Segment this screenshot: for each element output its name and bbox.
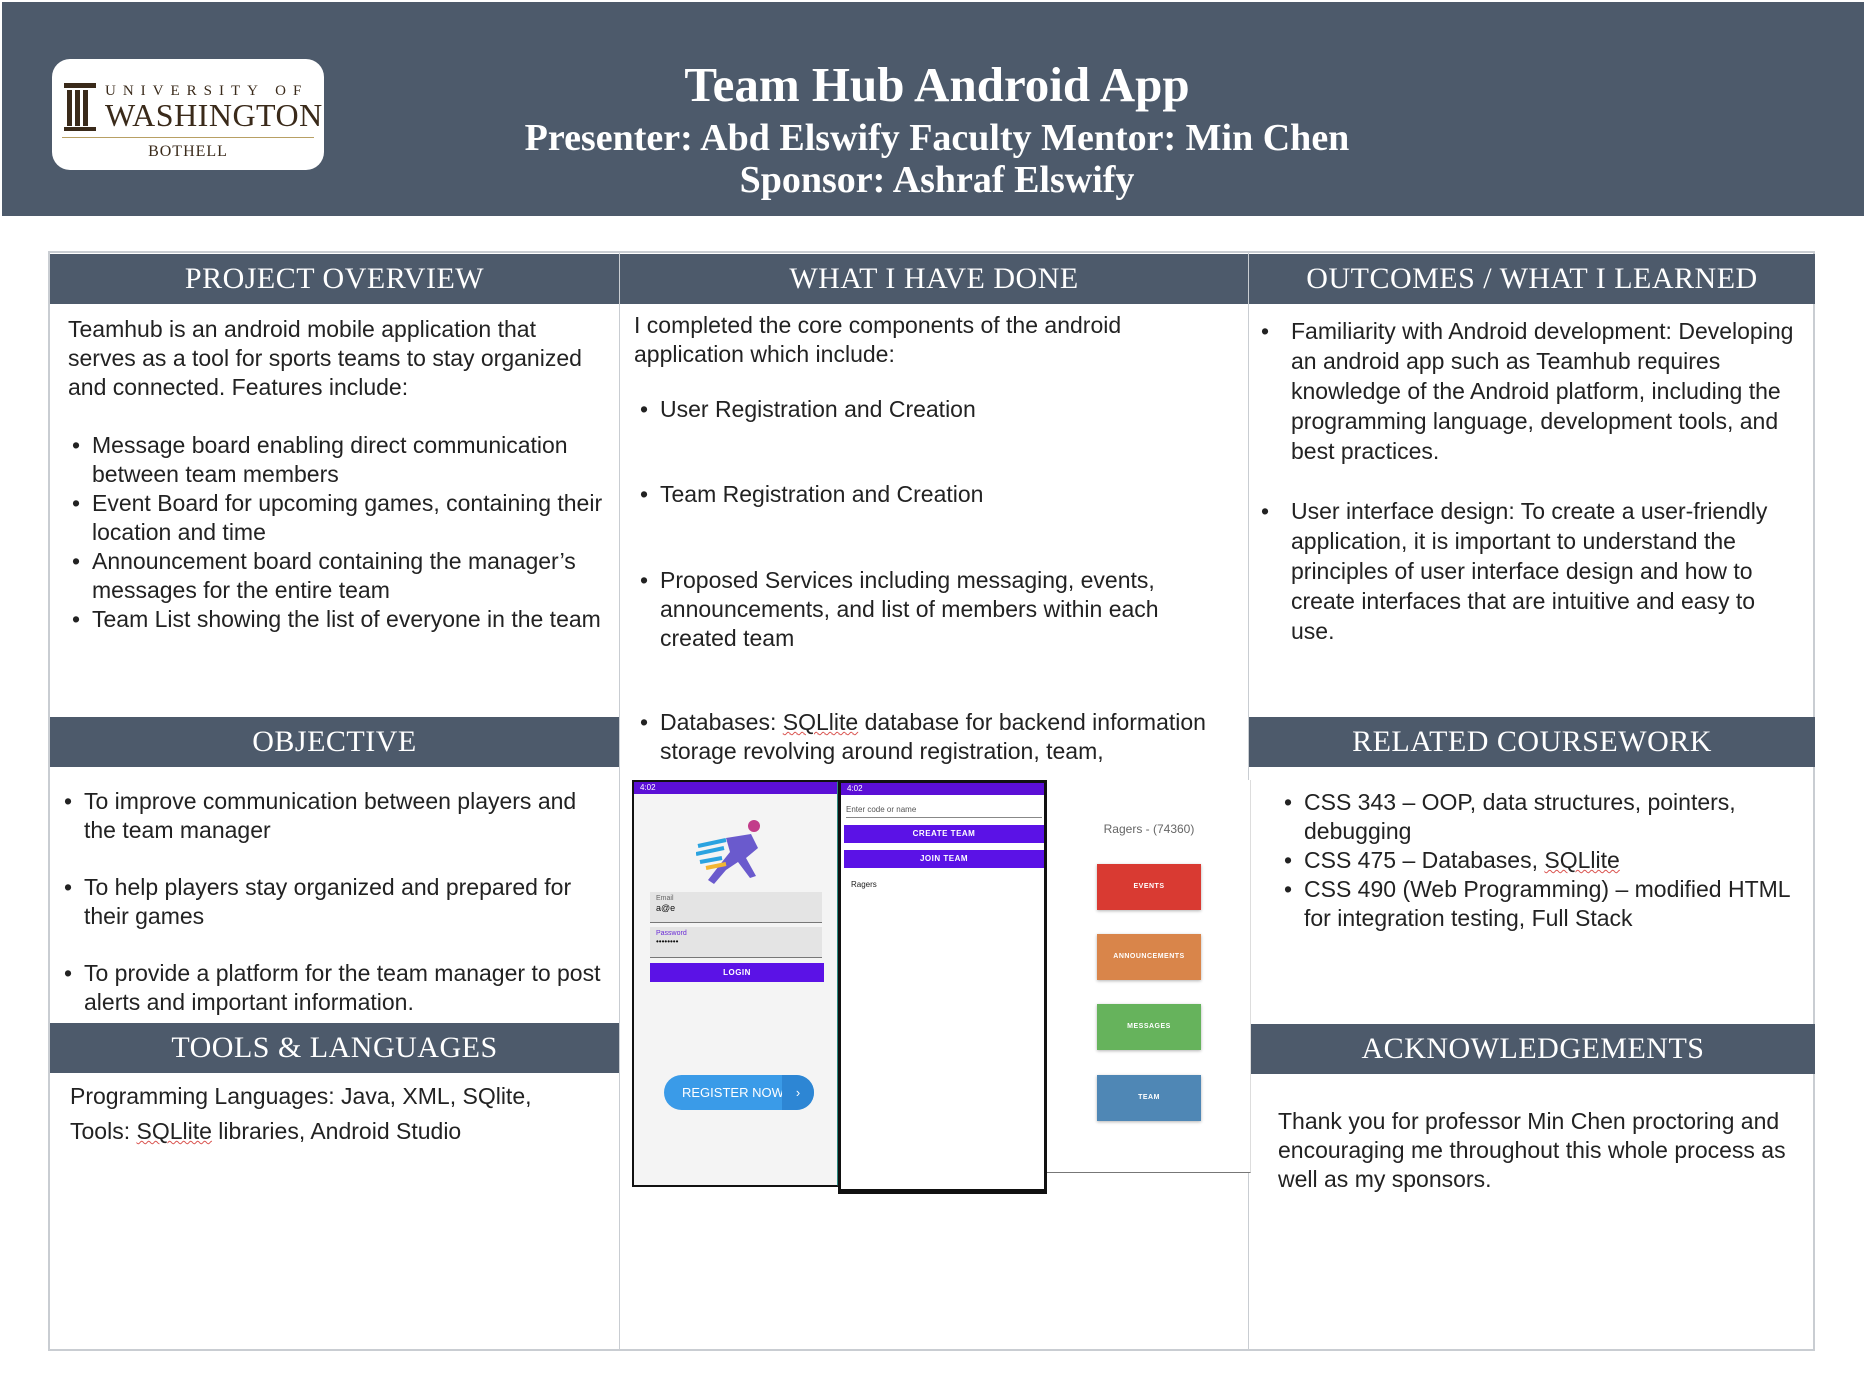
acknowledgements-heading: ACKNOWLEDGEMENTS bbox=[1251, 1024, 1815, 1074]
runner-icon bbox=[696, 820, 760, 884]
list-item: Announcement board containing the manage… bbox=[68, 547, 608, 605]
list-item: CSS 475 – Databases, SQLlite bbox=[1280, 846, 1800, 875]
list-item: User interface design: To create a user-… bbox=[1257, 496, 1797, 646]
project-overview-intro: Teamhub is an android mobile application… bbox=[68, 316, 582, 400]
course-475-prefix: CSS 475 – Databases, bbox=[1304, 847, 1545, 873]
list-item: User Registration and Creation bbox=[636, 395, 1236, 424]
email-value: a@e bbox=[656, 903, 676, 913]
password-label: Password bbox=[656, 930, 687, 937]
list-item: Team List showing the list of everyone i… bbox=[68, 605, 608, 634]
objective-heading: OBJECTIVE bbox=[50, 717, 619, 767]
outcomes-body: Familiarity with Android development: De… bbox=[1257, 316, 1797, 646]
status-bar: 4:02 bbox=[634, 782, 837, 794]
tools-prefix: Tools: bbox=[70, 1118, 137, 1144]
tools-rest: libraries, Android Studio bbox=[211, 1118, 462, 1144]
team-title: Ragers - (74360) bbox=[1103, 822, 1195, 836]
objective-list: To improve communication between players… bbox=[60, 787, 608, 1017]
password-field[interactable]: Password •••••••• bbox=[650, 927, 822, 958]
login-button[interactable]: LOGIN bbox=[650, 963, 824, 982]
list-item: Event Board for upcoming games, containi… bbox=[68, 489, 608, 547]
project-overview-heading: PROJECT OVERVIEW bbox=[50, 254, 619, 304]
acknowledgements-text: Thank you for professor Min Chen proctor… bbox=[1278, 1108, 1786, 1192]
poster-titles: Team Hub Android App Presenter: Abd Elsw… bbox=[402, 54, 1472, 200]
announcements-tile[interactable]: ANNOUNCEMENTS bbox=[1097, 934, 1201, 980]
password-value: •••••••• bbox=[656, 937, 679, 946]
db-prefix: Databases: bbox=[660, 709, 783, 735]
done-bullet-4: Databases: SQLlite database for backend … bbox=[636, 708, 1236, 766]
sponsor-line: Sponsor: Ashraf Elswify bbox=[739, 159, 1135, 201]
done-bullet-2: Team Registration and Creation bbox=[636, 480, 1236, 509]
feature-list: Message board enabling direct communicat… bbox=[68, 431, 608, 634]
list-item: To provide a platform for the team manag… bbox=[60, 959, 608, 1017]
login-screen-mockup: 4:02 Email a@e Password •••••••• LOGIN R… bbox=[632, 780, 840, 1187]
messages-tile[interactable]: MESSAGES bbox=[1097, 1004, 1201, 1050]
db-sqlite: SQLlite bbox=[782, 709, 859, 735]
join-team-button[interactable]: JOIN TEAM bbox=[844, 850, 1044, 868]
outcomes-heading: OUTCOMES / WHAT I LEARNED bbox=[1249, 254, 1815, 304]
list-item: Databases: SQLlite database for backend … bbox=[636, 708, 1236, 766]
tools-heading: TOOLS & LANGUAGES bbox=[50, 1023, 619, 1073]
logo-bothell: BOTHELL bbox=[148, 143, 228, 160]
coursework-body: CSS 343 – OOP, data structures, pointers… bbox=[1280, 788, 1800, 933]
tools-line: Tools: SQLlite libraries, Android Studio bbox=[70, 1114, 610, 1149]
list-item: Team Registration and Creation bbox=[636, 480, 1236, 509]
list-item: Message board enabling direct communicat… bbox=[68, 431, 608, 489]
register-now-button[interactable]: REGISTER NOW › bbox=[664, 1075, 814, 1110]
poster-title: Team Hub Android App bbox=[684, 57, 1190, 112]
column-divider-left bbox=[619, 251, 620, 1351]
create-team-button[interactable]: CREATE TEAM bbox=[844, 825, 1044, 843]
tools-sqlite: SQLlite bbox=[136, 1118, 212, 1144]
pillar-icon bbox=[64, 83, 96, 131]
team-list-item[interactable]: Ragers bbox=[851, 880, 877, 889]
done-intro: I completed the core components of the a… bbox=[634, 312, 1122, 367]
coursework-list: CSS 343 – OOP, data structures, pointers… bbox=[1280, 788, 1800, 933]
objective-body: To improve communication between players… bbox=[60, 787, 608, 1017]
languages-line: Programming Languages: Java, XML, SQlite… bbox=[70, 1083, 532, 1109]
logo-washington: WASHINGTON bbox=[105, 97, 323, 133]
chevron-right-icon: › bbox=[782, 1075, 814, 1110]
uw-bothell-logo: UNIVERSITY OF WASHINGTON BOTHELL bbox=[52, 59, 324, 170]
project-overview-body: Teamhub is an android mobile application… bbox=[68, 315, 608, 634]
done-bullet-1: User Registration and Creation bbox=[636, 395, 1236, 424]
list-item: Familiarity with Android development: De… bbox=[1257, 316, 1797, 466]
outcomes-list: Familiarity with Android development: De… bbox=[1257, 316, 1797, 646]
register-now-label: REGISTER NOW bbox=[682, 1085, 784, 1100]
presenter-line: Presenter: Abd Elswify Faculty Mentor: M… bbox=[524, 117, 1350, 159]
status-bar: 4:02 bbox=[841, 783, 1044, 795]
list-item: To improve communication between players… bbox=[60, 787, 608, 845]
team-tile[interactable]: TEAM bbox=[1097, 1075, 1201, 1121]
team-search-input[interactable]: Enter code or name bbox=[846, 805, 1042, 818]
list-item: Proposed Services including messaging, e… bbox=[636, 566, 1236, 653]
what-i-have-done-heading: WHAT I HAVE DONE bbox=[620, 254, 1248, 304]
email-field[interactable]: Email a@e bbox=[650, 892, 822, 923]
course-475-sqlite: SQLlite bbox=[1544, 847, 1620, 873]
list-item: CSS 490 (Web Programming) – modified HTM… bbox=[1280, 875, 1800, 933]
team-screen-mockup: 4:02 Enter code or name CREATE TEAM JOIN… bbox=[838, 780, 1047, 1194]
team-menu-mockup: Ragers - (74360) EVENTS ANNOUNCEMENTS ME… bbox=[1047, 780, 1251, 1173]
list-item: To help players stay organized and prepa… bbox=[60, 873, 608, 931]
related-coursework-heading: RELATED COURSEWORK bbox=[1249, 717, 1815, 767]
events-tile[interactable]: EVENTS bbox=[1097, 864, 1201, 910]
done-bullet-3: Proposed Services including messaging, e… bbox=[636, 566, 1236, 653]
email-label: Email bbox=[656, 895, 674, 902]
title-banner: UNIVERSITY OF WASHINGTON BOTHELL Team Hu… bbox=[2, 2, 1864, 216]
tools-body: Programming Languages: Java, XML, SQlite… bbox=[70, 1079, 610, 1149]
list-item: CSS 343 – OOP, data structures, pointers… bbox=[1280, 788, 1800, 846]
logo-divider bbox=[62, 137, 314, 138]
